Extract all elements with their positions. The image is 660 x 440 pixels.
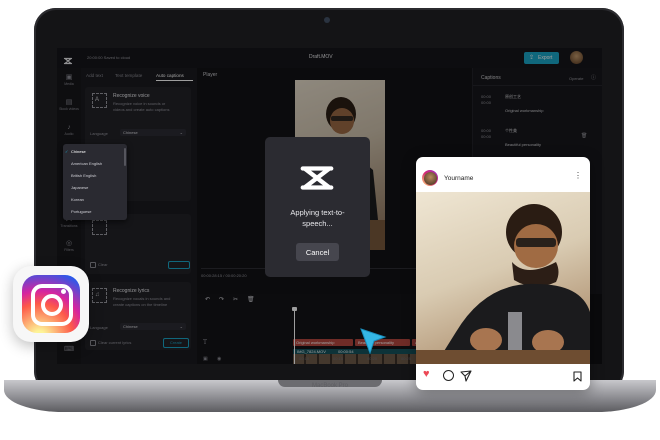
post-image[interactable]: [416, 192, 590, 364]
post-username[interactable]: Yourname: [444, 175, 473, 182]
webcam: [324, 17, 330, 23]
language-option-british-english[interactable]: British English: [63, 170, 127, 181]
language-option-japanese[interactable]: Japanese: [63, 182, 127, 193]
more-options-icon[interactable]: ⋮: [574, 172, 582, 180]
modal-status-text: Applying text-to- speech...: [290, 208, 345, 228]
language-option-chinese[interactable]: ✓ Chinese: [63, 146, 127, 157]
language-option-korean[interactable]: Korean: [63, 194, 127, 205]
like-heart-icon[interactable]: ♥: [423, 369, 430, 380]
instagram-flash-dot: [61, 289, 66, 294]
cursor-arrow-icon: [358, 326, 388, 356]
avatar[interactable]: [423, 171, 437, 185]
instagram-lens: [41, 294, 63, 316]
check-icon: ✓: [65, 149, 69, 154]
share-icon[interactable]: [460, 369, 472, 382]
avatar-ring: [422, 170, 438, 186]
craftsman-photo: [416, 204, 590, 364]
bookmark-icon[interactable]: [573, 369, 582, 382]
language-option-american-english[interactable]: American English: [63, 158, 127, 169]
comment-icon[interactable]: [443, 370, 454, 381]
instagram-app-icon: [13, 266, 89, 342]
language-dropdown: ✓ Chinese American English British Engli…: [63, 144, 127, 220]
instagram-gradient-tile: [22, 275, 80, 333]
cancel-button[interactable]: Cancel: [296, 243, 339, 261]
instagram-post-card: Yourname ⋮ ♥: [416, 157, 590, 390]
language-option-portuguese[interactable]: Portuguese: [63, 206, 127, 217]
tts-progress-modal: Applying text-to- speech... Cancel: [265, 137, 370, 277]
dropdown-scrollbar[interactable]: [124, 148, 126, 166]
capcut-logo-icon: [298, 159, 336, 197]
